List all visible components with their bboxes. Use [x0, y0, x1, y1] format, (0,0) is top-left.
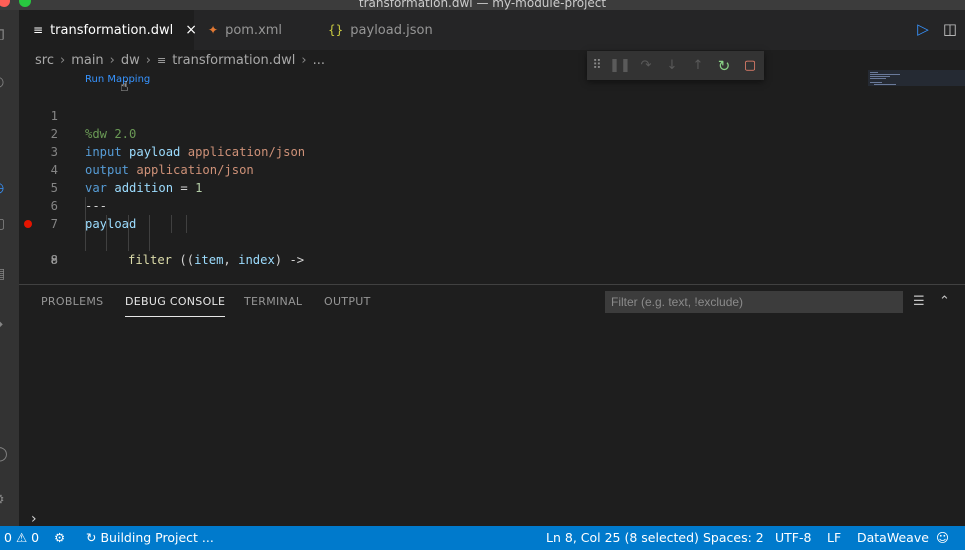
feedback-icon[interactable]: ☺	[936, 526, 949, 550]
mulesoft-icon[interactable]: ◆	[0, 316, 8, 332]
breadcrumb-symbol[interactable]: ...	[313, 53, 325, 68]
indentation[interactable]: Spaces: 2	[703, 526, 764, 550]
search-icon[interactable]: ○	[0, 74, 8, 90]
tab-output[interactable]: OUTPUT	[324, 295, 371, 308]
step-out-icon[interactable]: ↑	[685, 58, 711, 73]
source-control-icon[interactable]: ⑂	[0, 122, 8, 138]
language-mode[interactable]: DataWeave	[857, 526, 929, 550]
code-token: filter	[128, 253, 173, 267]
breadcrumb-src[interactable]: src	[35, 53, 54, 68]
tab-problems[interactable]: PROBLEMS	[41, 295, 103, 308]
clear-console-icon[interactable]: ☰	[913, 294, 925, 309]
run-debug-icon[interactable]: ◷	[0, 180, 8, 196]
error-count: 0	[4, 530, 12, 545]
building-project-status[interactable]: ↻ Building Project ...	[86, 526, 214, 550]
pause-icon[interactable]: ❚❚	[607, 58, 633, 73]
code-line: 5 ---	[19, 161, 859, 213]
stop-icon[interactable]: ▢	[737, 58, 763, 73]
testing-icon[interactable]: ▤	[0, 266, 8, 282]
code-line: 1 %dw 2.0	[19, 89, 859, 141]
end-of-line[interactable]: LF	[827, 526, 841, 550]
breadcrumb-file[interactable]: transformation.dwl	[172, 53, 295, 68]
debug-status-icon[interactable]: ⚙	[54, 526, 65, 550]
task-label: Building Project ...	[100, 530, 214, 545]
code-line: 2 input payload application/json	[19, 107, 859, 159]
encoding[interactable]: UTF-8	[775, 526, 811, 550]
chevron-up-icon[interactable]: ⌃	[939, 294, 950, 309]
sync-icon: ↻	[86, 530, 97, 545]
tab-label: transformation.dwl	[50, 22, 174, 38]
run-mapping-codelens[interactable]: Run Mapping	[85, 74, 150, 85]
minimap[interactable]	[868, 70, 965, 86]
tab-payload-json[interactable]: {} payload.json	[314, 10, 444, 50]
breadcrumb-dw[interactable]: dw	[121, 53, 140, 68]
extensions-icon[interactable]: ▢	[0, 216, 8, 232]
code-editor[interactable]: 1 %dw 2.0 2 input payload application/js…	[19, 89, 859, 303]
braces-icon: {}	[328, 23, 344, 37]
tab-transformation-dwl[interactable]: ≡ transformation.dwl ×	[19, 10, 197, 50]
chevron-right-icon: ›	[109, 53, 115, 68]
code-line: 6 payload	[19, 179, 859, 231]
step-over-icon[interactable]: ↷	[633, 58, 659, 73]
tab-pom-xml[interactable]: ✦ pom.xml	[194, 10, 314, 50]
lines-icon: ≡	[33, 23, 44, 37]
lines-icon: ≡	[156, 54, 167, 67]
code-token: item	[194, 253, 224, 267]
bottom-panel: PROBLEMS DEBUG CONSOLE TERMINAL OUTPUT ☰…	[19, 284, 965, 527]
activity-bar: ❐ ○ ⑂ ◷ ▢ ▤ ◆ ◯ ⚙	[0, 10, 19, 526]
chevron-right-icon: ›	[301, 53, 307, 68]
account-icon[interactable]: ◯	[0, 446, 8, 462]
chevron-right-icon: ›	[145, 53, 151, 68]
tab-debug-console[interactable]: DEBUG CONSOLE	[125, 295, 226, 317]
chevron-right-icon: ›	[59, 53, 66, 68]
status-bar: 0 ⚠ 0 ⚙ ↻ Building Project ... Ln 8, Col…	[0, 526, 965, 550]
code-token: ((	[179, 253, 195, 267]
explorer-icon[interactable]: ❐	[0, 28, 8, 44]
editor-tabs: ≡ transformation.dwl × ✦ pom.xml {} payl…	[19, 10, 965, 50]
problems-status[interactable]: 0 ⚠ 0	[4, 526, 39, 550]
run-mapping-icon[interactable]: ▷	[917, 20, 929, 38]
window-title: transformation.dwl — my-module-project	[358, 0, 607, 10]
breakpoint-icon[interactable]	[24, 220, 32, 228]
debug-console-filter-input[interactable]	[605, 291, 903, 313]
tab-label: pom.xml	[225, 22, 283, 38]
breadcrumb-main[interactable]: main	[71, 53, 103, 68]
code-line: 7 filter ((item, index) ->	[19, 197, 859, 267]
code-line: 9 )	[19, 233, 859, 303]
title-bar: transformation.dwl — my-module-project	[0, 0, 965, 10]
warning-icon: ⚠	[15, 530, 28, 545]
settings-gear-icon[interactable]: ⚙	[0, 492, 8, 508]
restart-icon[interactable]: ↻	[711, 57, 737, 75]
step-into-icon[interactable]: ↓	[659, 58, 685, 73]
code-token: ) ->	[274, 253, 305, 267]
rss-icon: ✦	[208, 23, 219, 37]
line-number: 9	[50, 253, 58, 267]
console-prompt-icon[interactable]: ›	[31, 511, 37, 527]
breadcrumb: src › main › dw › ≡ transformation.dwl ›…	[35, 53, 325, 68]
code-line: 3 output application/json	[19, 125, 859, 177]
debug-toolbar: ⠿ ❚❚ ↷ ↓ ↑ ↻ ▢	[587, 51, 764, 80]
cursor-position[interactable]: Ln 8, Col 25 (8 selected)	[546, 526, 699, 550]
code-line: 4 var addition = 1	[19, 143, 859, 195]
code-line-current: 8 item > 2	[19, 215, 859, 303]
tab-label: DEBUG CONSOLE	[125, 295, 226, 308]
drag-handle-icon[interactable]: ⠿	[587, 58, 607, 73]
editor-actions: ▷ ◫	[917, 20, 957, 38]
tab-terminal[interactable]: TERMINAL	[244, 295, 302, 308]
code-token: index	[238, 253, 275, 267]
code-token: ,	[223, 253, 239, 267]
warning-count: 0	[31, 530, 40, 545]
tab-label: payload.json	[350, 22, 433, 38]
split-editor-icon[interactable]: ◫	[943, 20, 957, 38]
